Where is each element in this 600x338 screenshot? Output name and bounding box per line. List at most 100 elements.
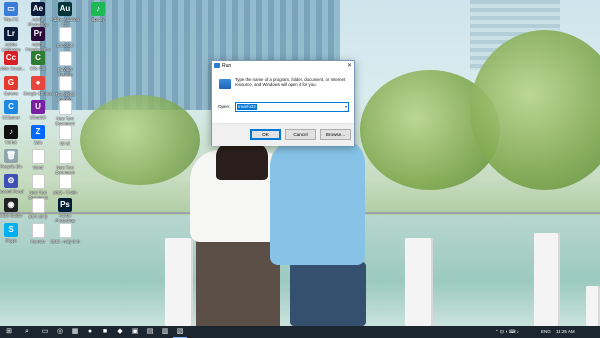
desktop-icon-label: UltraISO: [29, 115, 47, 120]
desktop-icon-label: Adobe Photoshop: [27, 17, 49, 27]
cancel-button[interactable]: Cancel: [285, 129, 316, 140]
desktop-icon-glyph: Pr: [31, 26, 45, 41]
desktop-icon[interactable]: ♪ Spotify: [83, 2, 113, 22]
desktop-icon-glyph: [58, 75, 72, 91]
run-body: Type the name of a program, folder, docu…: [212, 71, 354, 123]
desktop-icon[interactable]: U UltraISO: [23, 100, 53, 120]
desktop-icon-glyph: Ae: [31, 2, 45, 16]
desktop-icon-label: Zalo: [33, 139, 43, 145]
desktop-icon-glyph: [31, 173, 45, 189]
run-title: Run: [222, 63, 232, 69]
desktop-icon-glyph: C: [31, 51, 45, 65]
desktop-icon[interactable]: Ps Adobe Photoshop: [50, 198, 80, 223]
desktop-icon-glyph: [58, 222, 72, 238]
desktop-icon-glyph: ●: [31, 75, 45, 90]
desktop-icon[interactable]: 2013 - Ti tiến: [50, 173, 80, 195]
run-title-bar[interactable]: Run ✕: [212, 61, 354, 71]
desktop-icon-glyph: [58, 51, 72, 66]
wallpaper-person: [216, 140, 268, 180]
desktop-icon-glyph: Z: [31, 124, 45, 139]
desktop-icon-glyph: [31, 149, 45, 164]
desktop-icon[interactable]: DaVinci Resolve: [50, 51, 80, 77]
desktop-icon[interactable]: Au Adobe Audition CC: [50, 2, 80, 27]
desktop-icon-glyph: Ps: [58, 198, 72, 212]
taskbar-app-icon[interactable]: ▥: [158, 326, 172, 338]
desktop-icon-label: Adobe Audition CC: [50, 17, 80, 27]
desktop-icon-label: Adobe Photoshop: [54, 213, 76, 223]
desktop-icon-glyph: Cc: [4, 51, 18, 65]
close-icon[interactable]: ✕: [347, 61, 352, 71]
desktop-icon-glyph: ▭: [4, 2, 18, 16]
taskbar-app-icon[interactable]: ■: [98, 326, 112, 338]
taskbar-app-icon[interactable]: ▤: [143, 326, 157, 338]
run-app-icon: [214, 63, 220, 68]
desktop-icon-glyph: S: [4, 222, 18, 237]
wallpaper-post: [534, 233, 560, 326]
desktop-icon[interactable]: BC4 xử lý: [23, 198, 53, 219]
chevron-down-icon[interactable]: ▾: [345, 103, 347, 111]
wallpaper-tree: [80, 95, 200, 185]
desktop-icon-glyph: Lr: [4, 26, 18, 41]
taskbar-app-icon[interactable]: ▧: [173, 326, 187, 338]
desktop-icon-glyph: ⚙: [4, 173, 18, 188]
desktop-icon-label: tải về: [59, 140, 70, 146]
desktop-icon-glyph: U: [31, 100, 45, 114]
desktop-icon-glyph: ◉: [4, 198, 18, 212]
desktop-icon-glyph: ♪: [4, 124, 18, 139]
desktop-icon-glyph: [31, 198, 45, 213]
desktop-icon[interactable]: 2013 - máy tính: [50, 222, 80, 244]
desktop-icon-glyph: 🗑: [4, 149, 18, 163]
desktop-icon-label: Adobe Premiere Pro: [25, 41, 51, 52]
desktop-icon-label: BC4 xử lý: [28, 214, 48, 219]
open-input-value[interactable]: msinfo32: [237, 104, 257, 110]
taskbar-app-icon[interactable]: ▣: [128, 326, 142, 338]
desktop-icon[interactable]: Kernutz: [23, 222, 53, 244]
desktop-icon[interactable]: New Text Document: [50, 149, 80, 175]
desktop-icon-label: Cốc Cốc: [29, 66, 47, 71]
desktop-icon-glyph: C: [4, 100, 18, 114]
taskbar-app-icon[interactable]: ●: [83, 326, 97, 338]
taskbar-app-icon[interactable]: ▦: [68, 326, 82, 338]
desktop-icon[interactable]: Ae Adobe Photoshop: [23, 2, 53, 27]
taskbar: ⊞ ⌕ ▭ ◎ ▦ ● ■ ◆ ▣ ▤ ▥ ▧ ⌃ ⊡ ◖ ⌨ ♪ ENG 11:25 AM: [0, 326, 600, 338]
desktop-icon[interactable]: Z Zalo: [23, 124, 53, 145]
desktop-icon-glyph: [58, 173, 72, 189]
ok-button[interactable]: OK: [250, 129, 281, 140]
search-icon[interactable]: ⌕: [20, 326, 34, 338]
desktop-icon[interactable]: ● Google Chrome: [23, 75, 53, 96]
desktop-icon-glyph: [58, 26, 72, 42]
clock[interactable]: 11:25 AM: [556, 326, 575, 338]
run-button-bar: OK Cancel Browse...: [212, 123, 354, 146]
open-label: Open:: [218, 104, 231, 109]
desktop-icon-label: Kernutz: [30, 238, 46, 244]
desktop-icon[interactable]: C Cốc Cốc: [23, 51, 53, 71]
desktop-icon[interactable]: tải về: [50, 124, 80, 146]
desktop-icon[interactable]: Cocosoft: [50, 26, 80, 48]
desktop-icon-glyph: G: [4, 75, 18, 90]
browse-button[interactable]: Browse...: [320, 129, 351, 140]
desktop-icon[interactable]: New Text Document: [23, 173, 53, 200]
desktop-icon-label: 2013 - máy tính: [50, 238, 80, 244]
run-program-icon: [219, 79, 231, 89]
taskbar-app-icon[interactable]: ◎: [53, 326, 67, 338]
tray-icons[interactable]: ⌃ ⊡ ◖ ⌨ ♪: [495, 326, 519, 338]
desktop-icon[interactable]: New Text Document: [50, 100, 80, 126]
wallpaper-person: [290, 262, 366, 326]
language-indicator[interactable]: ENG: [541, 326, 551, 338]
desktop-icon-glyph: [31, 222, 45, 238]
desktop-icon[interactable]: Tiếu đề dễ thương: [50, 75, 80, 102]
desktop-icon[interactable]: Pr Adobe Premiere Pro: [23, 26, 53, 52]
desktop-icon[interactable]: Word: [23, 149, 53, 170]
open-input[interactable]: msinfo32 ▾: [235, 102, 349, 112]
desktop-icon-label: Google Chrome: [23, 90, 53, 96]
start-icon[interactable]: ⊞: [2, 326, 16, 338]
desktop-icon-label: Cocosoft: [56, 42, 74, 48]
wallpaper-person: [270, 140, 365, 265]
desktop-icon-label: Word: [33, 165, 43, 170]
run-dialog: Run ✕ Type the name of a program, folder…: [211, 60, 355, 146]
desktop-icon-glyph: ♪: [91, 2, 105, 16]
taskbar-app-icon[interactable]: ◆: [113, 326, 127, 338]
wallpaper-post: [586, 286, 600, 326]
desktop-icon-glyph: [58, 100, 72, 115]
taskbar-app-icon[interactable]: ▭: [38, 326, 52, 338]
